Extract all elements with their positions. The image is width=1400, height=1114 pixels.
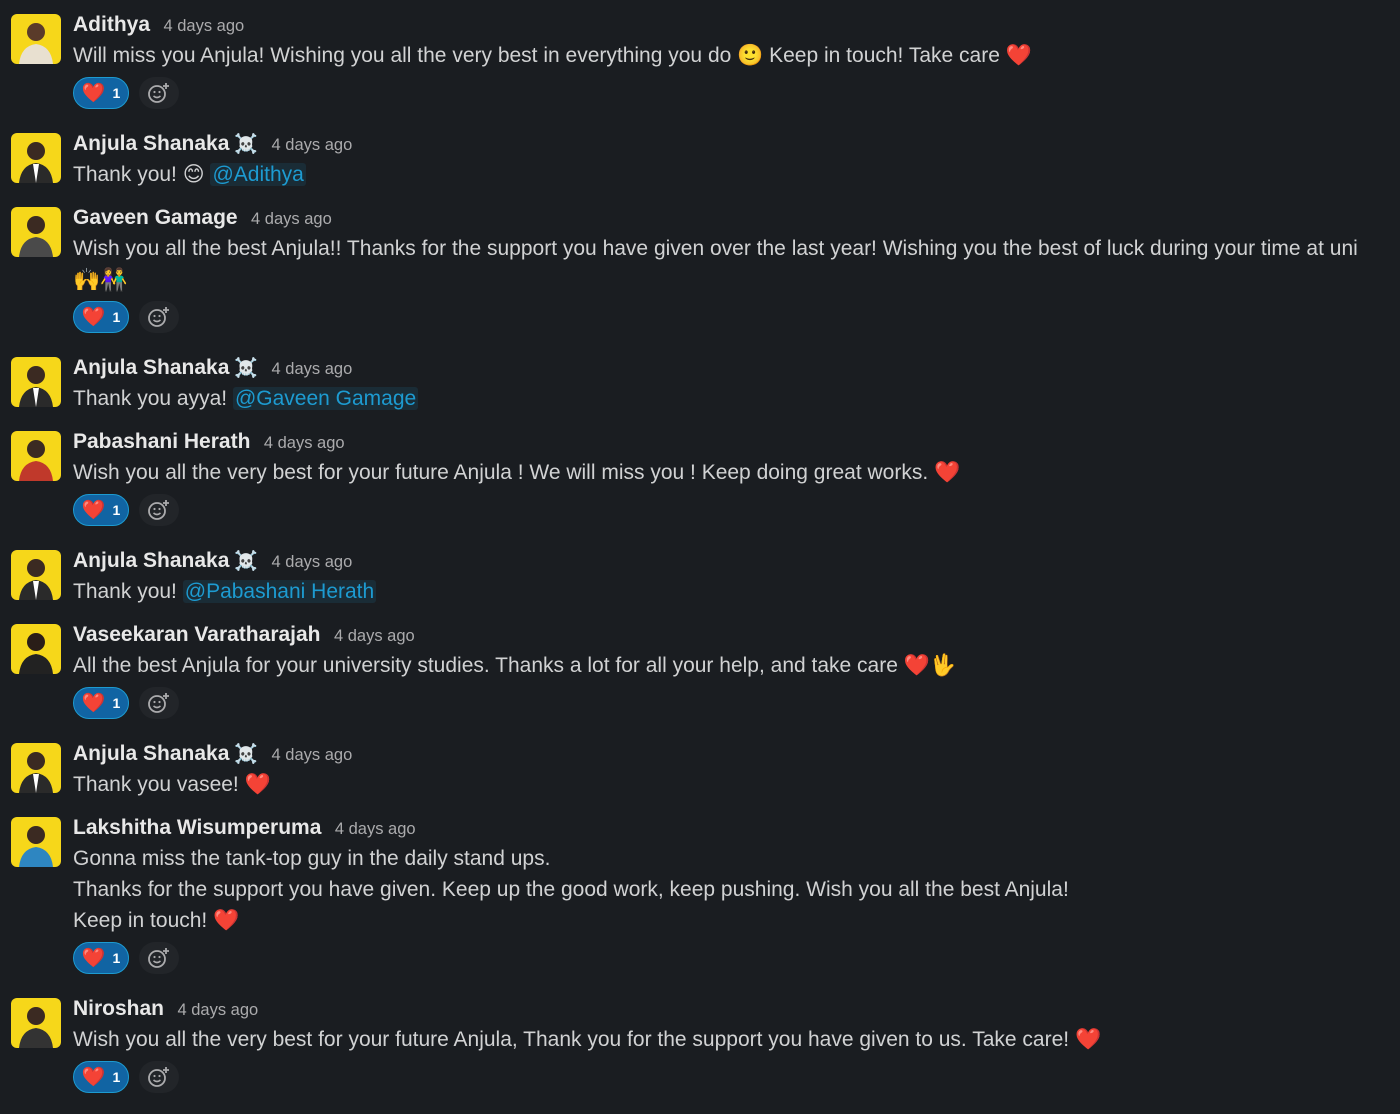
reaction-heart[interactable]: ❤️ 1 — [73, 942, 129, 974]
message-text: Gonna miss the tank-top guy in the daily… — [73, 847, 551, 870]
heart-emoji: ❤️ — [81, 306, 106, 328]
avatar[interactable] — [11, 431, 61, 481]
reaction-heart[interactable]: ❤️ 1 — [73, 494, 129, 526]
add-reaction-button[interactable] — [139, 77, 179, 109]
add-reaction-button[interactable] — [139, 494, 179, 526]
user-mention[interactable]: @Adithya — [210, 163, 306, 186]
reaction-count: 1 — [112, 85, 121, 101]
heart-emoji: ❤️ — [81, 947, 106, 969]
avatar[interactable] — [11, 14, 61, 64]
avatar[interactable] — [11, 624, 61, 674]
reaction-count: 1 — [112, 695, 121, 711]
timestamp[interactable]: 4 days ago — [177, 1001, 258, 1019]
message-text: Will miss you Anjula! Wishing you all th… — [73, 44, 1032, 67]
skull-badge-icon: ☠️ — [234, 744, 259, 765]
add-reaction-button[interactable] — [139, 301, 179, 333]
message-text: Wish you all the best Anjula!! Thanks fo… — [73, 237, 1358, 260]
author-name[interactable]: Niroshan — [73, 997, 164, 1020]
add-reaction-icon — [148, 307, 169, 327]
add-reaction-icon — [148, 948, 169, 968]
skull-badge-icon: ☠️ — [234, 134, 259, 155]
avatar[interactable] — [11, 550, 61, 600]
author-name[interactable]: Anjula Shanaka — [73, 132, 229, 155]
timestamp[interactable]: 4 days ago — [272, 136, 353, 154]
author-name[interactable]: Gaveen Gamage — [73, 206, 238, 229]
message-text: Wish you all the very best for your futu… — [73, 1028, 1102, 1051]
reaction-heart[interactable]: ❤️ 1 — [73, 77, 129, 109]
reaction-heart[interactable]: ❤️ 1 — [73, 687, 129, 719]
message-text: Wish you all the very best for your futu… — [73, 461, 961, 484]
message-text: Thank you! — [73, 580, 177, 603]
add-reaction-icon — [148, 500, 169, 520]
author-name[interactable]: Anjula Shanaka — [73, 549, 229, 572]
message-text: Thank you vasee! ❤️ — [73, 773, 271, 796]
message-text: All the best Anjula for your university … — [73, 654, 957, 677]
timestamp[interactable]: 4 days ago — [272, 553, 353, 571]
heart-emoji: ❤️ — [81, 1066, 106, 1088]
author-name[interactable]: Anjula Shanaka — [73, 742, 229, 765]
skull-badge-icon: ☠️ — [234, 358, 259, 379]
add-reaction-button[interactable] — [139, 1061, 179, 1093]
avatar[interactable] — [11, 998, 61, 1048]
avatar[interactable] — [11, 207, 61, 257]
heart-emoji: ❤️ — [81, 692, 106, 714]
add-reaction-icon — [148, 1067, 169, 1087]
reaction-heart[interactable]: ❤️ 1 — [73, 1061, 129, 1093]
heart-emoji: ❤️ — [81, 499, 106, 521]
author-name[interactable]: Anjula Shanaka — [73, 356, 229, 379]
timestamp[interactable]: 4 days ago — [335, 820, 416, 838]
avatar[interactable] — [11, 817, 61, 867]
avatar[interactable] — [11, 357, 61, 407]
avatar[interactable] — [11, 133, 61, 183]
message-text: Thank you ayya! — [73, 387, 228, 410]
add-reaction-icon — [148, 693, 169, 713]
author-name[interactable]: Lakshitha Wisumperuma — [73, 816, 321, 839]
timestamp[interactable]: 4 days ago — [251, 210, 332, 228]
author-name[interactable]: Pabashani Herath — [73, 430, 250, 453]
message-feed: Adithya 4 days ago Will miss you Anjula!… — [0, 0, 1400, 1114]
reaction-heart[interactable]: ❤️ 1 — [73, 301, 129, 333]
skull-badge-icon: ☠️ — [234, 551, 259, 572]
message-emoji-line: 🙌👫 — [73, 267, 128, 292]
add-reaction-button[interactable] — [139, 687, 179, 719]
avatar[interactable] — [11, 743, 61, 793]
message-text: Keep in touch! ❤️ — [73, 909, 240, 932]
author-name[interactable]: Adithya — [73, 13, 150, 36]
user-mention[interactable]: @Gaveen Gamage — [232, 387, 419, 410]
author-name[interactable]: Vaseekaran Varatharajah — [73, 623, 321, 646]
message-text: Thank you! 😊 — [73, 163, 205, 186]
user-mention[interactable]: @Pabashani Herath — [182, 580, 377, 603]
timestamp[interactable]: 4 days ago — [272, 360, 353, 378]
add-reaction-icon — [148, 83, 169, 103]
reaction-count: 1 — [112, 950, 121, 966]
reaction-count: 1 — [112, 502, 121, 518]
timestamp[interactable]: 4 days ago — [334, 627, 415, 645]
timestamp[interactable]: 4 days ago — [264, 434, 345, 452]
reaction-count: 1 — [112, 1069, 121, 1085]
message-text: Thanks for the support you have given. K… — [73, 878, 1069, 901]
heart-emoji: ❤️ — [81, 82, 106, 104]
reaction-count: 1 — [112, 309, 121, 325]
add-reaction-button[interactable] — [139, 942, 179, 974]
timestamp[interactable]: 4 days ago — [163, 17, 244, 35]
timestamp[interactable]: 4 days ago — [272, 746, 353, 764]
